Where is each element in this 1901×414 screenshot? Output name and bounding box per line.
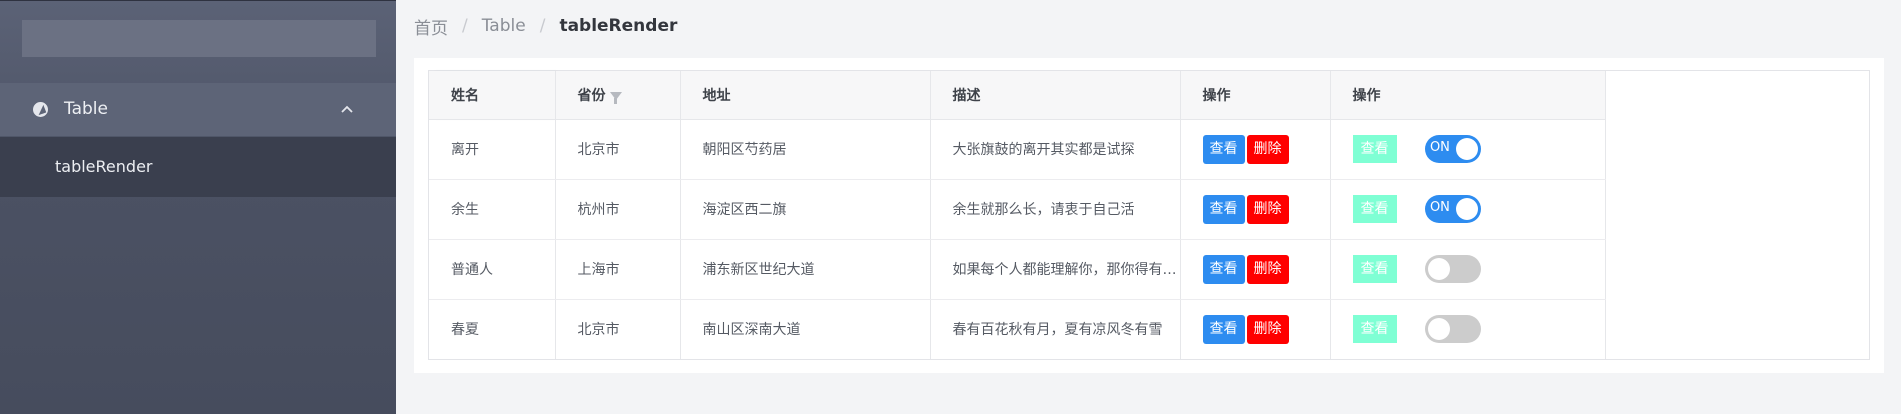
switch-label: ON xyxy=(1429,140,1450,155)
toggle-switch[interactable] xyxy=(1424,315,1481,344)
cell-name: 普通人 xyxy=(429,239,556,300)
cell-actions: 查看 删除 xyxy=(1180,179,1331,240)
cell-actions: 查看 删除 xyxy=(1180,239,1331,300)
column-header-description: 描述 xyxy=(930,71,1181,120)
column-header-actions: 操作 xyxy=(1180,71,1331,120)
column-header-name: 姓名 xyxy=(429,71,556,120)
toggle-switch[interactable] xyxy=(1424,255,1481,283)
cell-actions-2: 查看 xyxy=(1330,239,1606,300)
cell-actions-2: 查看 ON xyxy=(1330,179,1606,240)
breadcrumb-separator: / xyxy=(462,16,468,36)
cell-province: 北京市 xyxy=(555,119,681,180)
toggle-switch[interactable]: ON xyxy=(1424,135,1481,163)
view-button[interactable]: 查看 xyxy=(1202,194,1245,224)
column-header-actions-2: 操作 xyxy=(1330,71,1606,120)
switch-knob xyxy=(1427,318,1450,341)
compass-icon xyxy=(33,102,48,117)
breadcrumb-current: tableRender xyxy=(559,16,678,36)
view-button-secondary[interactable]: 查看 xyxy=(1352,255,1397,283)
view-button[interactable]: 查看 xyxy=(1202,254,1245,284)
sidebar-item-tablerender[interactable]: tableRender xyxy=(0,137,396,197)
toggle-switch[interactable]: ON xyxy=(1424,195,1481,223)
cell-name: 离开 xyxy=(429,119,556,180)
switch-knob xyxy=(1427,258,1450,280)
cell-address: 南山区深南大道 xyxy=(680,299,931,359)
cell-province: 杭州市 xyxy=(555,179,681,240)
view-button[interactable]: 查看 xyxy=(1202,134,1245,164)
cell-actions-2: 查看 ON xyxy=(1330,119,1606,180)
column-header-address: 地址 xyxy=(680,71,931,120)
cell-address: 浦东新区世纪大道 xyxy=(680,239,931,300)
delete-button[interactable]: 删除 xyxy=(1246,254,1289,284)
cell-address: 朝阳区芍药居 xyxy=(680,119,931,180)
switch-label: ON xyxy=(1429,200,1450,215)
sidebar-item-label: tableRender xyxy=(55,157,153,176)
cell-name: 春夏 xyxy=(429,299,556,359)
switch-knob xyxy=(1455,198,1478,220)
delete-button[interactable]: 删除 xyxy=(1246,134,1289,164)
logo-placeholder xyxy=(22,20,376,57)
view-button-secondary[interactable]: 查看 xyxy=(1352,315,1397,344)
view-button[interactable]: 查看 xyxy=(1202,314,1245,344)
data-table-wrapper: 姓名 省份 地址 描述 操作 操作 离开 北京市 朝阳区芍药居 大张旗鼓的离开其… xyxy=(428,70,1870,360)
table-row: 余生 杭州市 海淀区西二旗 余生就那么长，请衷于自己活 查看 删除 查看 ON xyxy=(429,179,1606,240)
delete-button[interactable]: 删除 xyxy=(1246,194,1289,224)
breadcrumb-separator: / xyxy=(539,16,546,36)
cell-address: 海淀区西二旗 xyxy=(680,179,931,240)
sidebar: Table tableRender xyxy=(0,0,396,414)
chevron-up-icon[interactable] xyxy=(341,103,353,115)
cell-actions-2: 查看 xyxy=(1330,299,1606,359)
cell-actions: 查看 删除 xyxy=(1180,119,1331,180)
cell-description: 春有百花秋有月，夏有凉风冬有雪 xyxy=(930,299,1181,359)
view-button-secondary[interactable]: 查看 xyxy=(1352,135,1397,163)
column-header-province-label: 省份 xyxy=(577,87,606,104)
cell-actions: 查看 删除 xyxy=(1180,299,1331,359)
cell-description: 大张旗鼓的离开其实都是试探 xyxy=(930,119,1181,180)
cell-description: 如果每个人都能理解你，那你得有多普通 xyxy=(930,239,1181,300)
table-row: 春夏 北京市 南山区深南大道 春有百花秋有月，夏有凉风冬有雪 查看 删除 查看 xyxy=(429,299,1606,359)
content-panel: 姓名 省份 地址 描述 操作 操作 离开 北京市 朝阳区芍药居 大张旗鼓的离开其… xyxy=(414,58,1884,373)
column-header-province: 省份 xyxy=(555,71,681,120)
cell-province: 上海市 xyxy=(555,239,681,300)
breadcrumb: 首页 / Table / tableRender xyxy=(414,14,678,39)
table-row: 离开 北京市 朝阳区芍药居 大张旗鼓的离开其实都是试探 查看 删除 查看 ON xyxy=(429,119,1606,180)
sidebar-group-label: Table xyxy=(64,99,108,119)
cell-name: 余生 xyxy=(429,179,556,240)
delete-button[interactable]: 删除 xyxy=(1246,314,1289,344)
breadcrumb-table[interactable]: Table xyxy=(482,16,526,36)
filter-icon[interactable] xyxy=(609,91,622,104)
data-table: 姓名 省份 地址 描述 操作 操作 离开 北京市 朝阳区芍药居 大张旗鼓的离开其… xyxy=(429,71,1606,359)
cell-province: 北京市 xyxy=(555,299,681,359)
table-header-row: 姓名 省份 地址 描述 操作 操作 xyxy=(429,71,1606,120)
breadcrumb-home[interactable]: 首页 xyxy=(414,14,448,39)
cell-description: 余生就那么长，请衷于自己活 xyxy=(930,179,1181,240)
switch-knob xyxy=(1455,138,1478,160)
table-row: 普通人 上海市 浦东新区世纪大道 如果每个人都能理解你，那你得有多普通 查看 删除… xyxy=(429,239,1606,300)
sidebar-group-table[interactable]: Table xyxy=(0,83,396,136)
view-button-secondary[interactable]: 查看 xyxy=(1352,195,1397,223)
